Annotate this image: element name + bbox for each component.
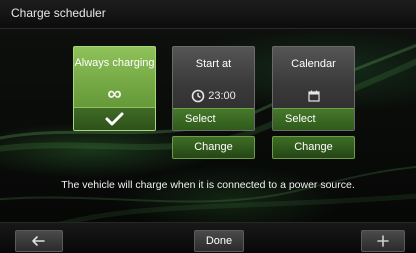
- change-start-time-button[interactable]: Change: [172, 136, 255, 159]
- option-always-charging[interactable]: Always charging ∞: [73, 46, 156, 131]
- option-calendar[interactable]: Calendar Select: [272, 46, 355, 131]
- calendar-icon: [308, 90, 320, 102]
- clock-icon: [191, 89, 205, 103]
- option-label: Start at: [195, 58, 232, 70]
- start-time-value: 23:00: [208, 89, 236, 102]
- select-button[interactable]: Select: [273, 108, 354, 130]
- bottom-bar: Done: [0, 222, 416, 253]
- start-time: 23:00: [173, 89, 254, 103]
- change-calendar-button[interactable]: Change: [272, 136, 355, 159]
- done-button[interactable]: Done: [194, 230, 244, 252]
- selected-indicator: [74, 107, 155, 130]
- back-arrow-icon: [32, 236, 45, 246]
- option-label: Always charging: [74, 57, 155, 69]
- select-button[interactable]: Select: [173, 108, 254, 130]
- info-message: The vehicle will charge when it is conne…: [61, 179, 355, 191]
- page-title: Charge scheduler: [11, 6, 106, 20]
- select-label: Select: [185, 113, 216, 125]
- option-start-at[interactable]: Start at 23:00 Select: [172, 46, 255, 131]
- checkmark-icon: [105, 112, 124, 126]
- select-label: Select: [285, 113, 316, 125]
- infinity-icon: ∞: [107, 83, 122, 105]
- title-bar: Charge scheduler: [0, 0, 416, 29]
- charge-scheduler-screen: Charge scheduler Always charging ∞ Start…: [0, 0, 416, 253]
- plus-icon: [377, 235, 389, 247]
- option-label: Calendar: [291, 58, 336, 70]
- add-button[interactable]: [361, 230, 405, 252]
- back-button[interactable]: [15, 230, 63, 252]
